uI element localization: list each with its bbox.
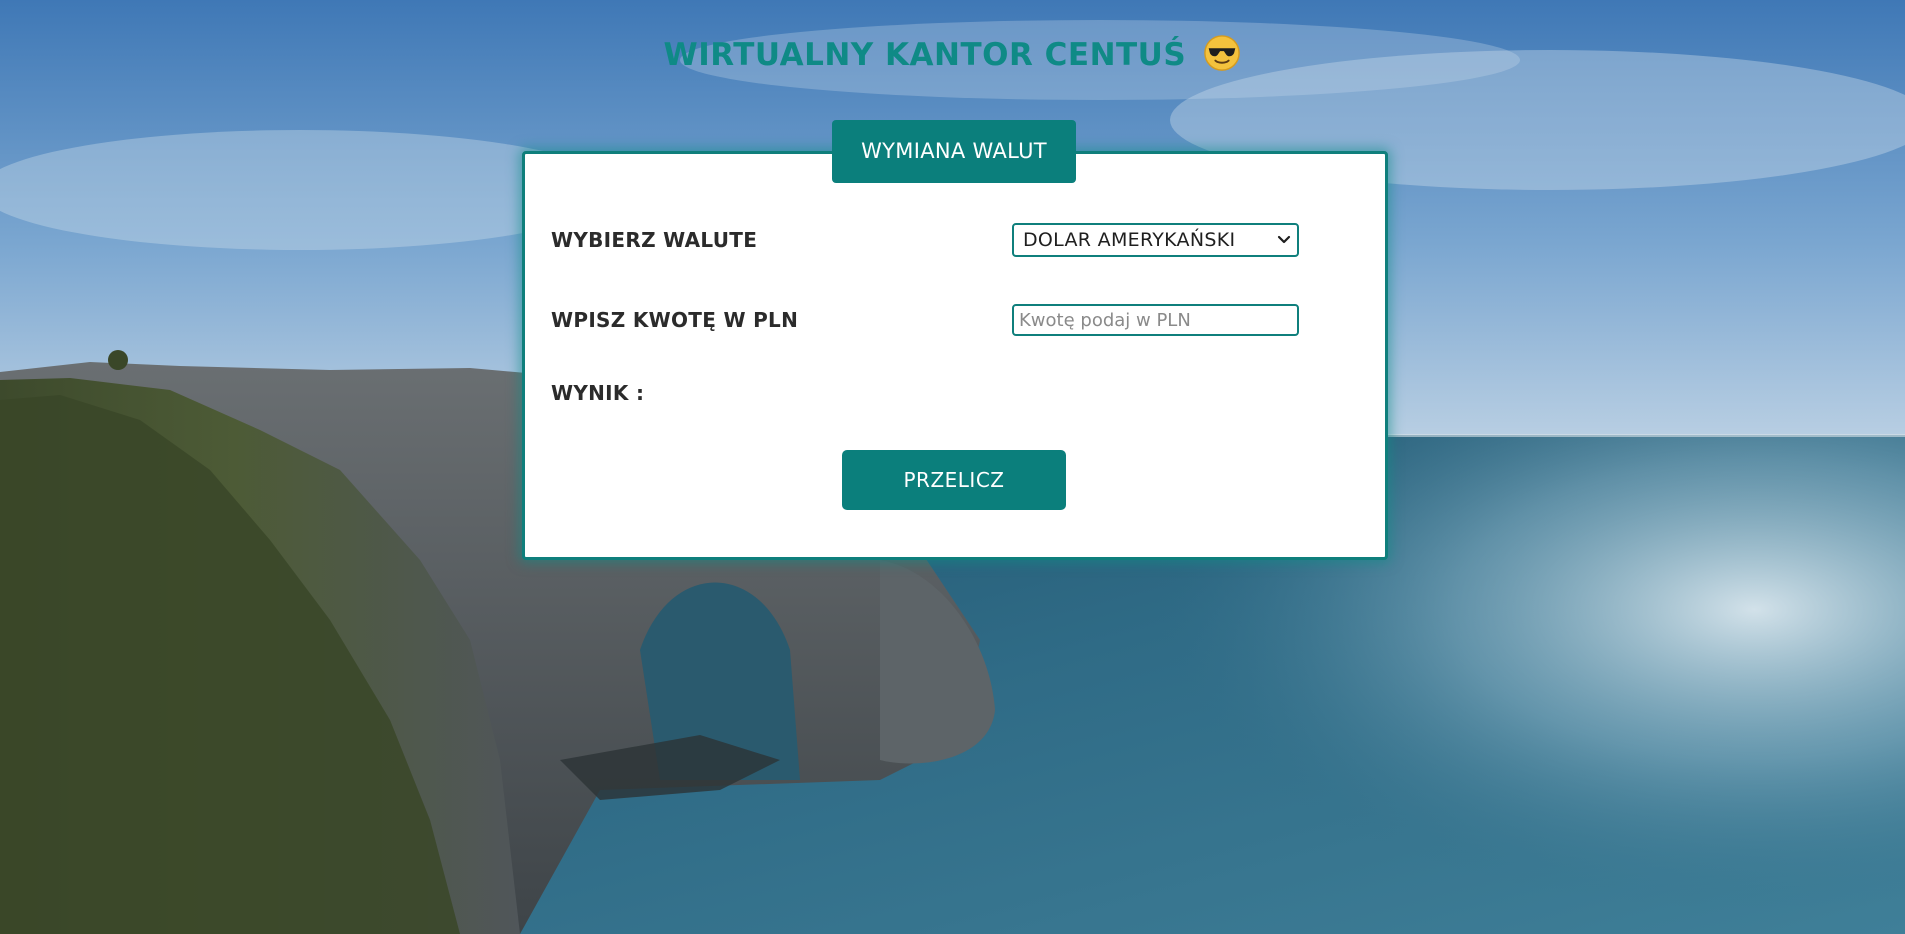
currency-select-value: DOLAR AMERYKAŃSKI [1023,229,1236,251]
currency-label: WYBIERZ WALUTE [551,228,758,252]
amount-label: WPISZ KWOTĘ W PLN [551,308,799,332]
page: WIRTUALNY KANTOR CENTUŚ WYMIANA WALUT WY… [0,0,1905,934]
amount-input[interactable] [1012,304,1299,336]
page-title: WIRTUALNY KANTOR CENTUŚ [0,34,1905,73]
convert-button[interactable]: PRZELICZ [842,450,1066,510]
result-label: WYNIK : [551,381,645,405]
smiling-face-with-sunglasses-icon [1204,35,1241,71]
page-title-text: WIRTUALNY KANTOR CENTUŚ [663,37,1187,73]
panel-legend: WYMIANA WALUT [832,120,1076,183]
currency-select[interactable]: DOLAR AMERYKAŃSKI [1012,223,1299,257]
chevron-down-icon [1277,235,1291,244]
